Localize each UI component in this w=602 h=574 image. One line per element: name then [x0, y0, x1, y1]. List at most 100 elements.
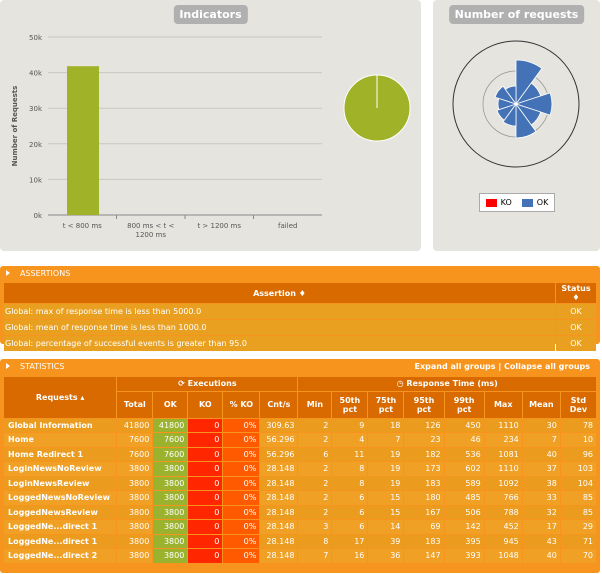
- cell-std-dev: 29: [560, 520, 596, 534]
- cell-75th-pct: 18: [368, 418, 404, 432]
- cell-ko: 0: [188, 433, 223, 447]
- x-tick-label: t > 1200 ms: [197, 222, 241, 230]
- column-header-95th-pct[interactable]: 95th pct: [404, 391, 444, 418]
- request-name[interactable]: Home: [4, 433, 117, 447]
- cell-max: 766: [484, 491, 522, 505]
- cell-max: 234: [484, 433, 522, 447]
- cell-total: 3800: [117, 520, 153, 534]
- cell-std-dev: 78: [560, 418, 596, 432]
- request-name[interactable]: Home Redirect 1: [4, 447, 117, 461]
- column-header-std-dev[interactable]: Std Dev: [560, 391, 596, 418]
- column-header-cnt-s[interactable]: Cnt/s: [260, 391, 298, 418]
- table-row[interactable]: Home Redirect 1 7600 7600 0 0% 56.296 6 11 19 182…: [4, 447, 596, 461]
- expand-triangle-icon[interactable]: [6, 270, 10, 276]
- cell-75th-pct: 19: [368, 447, 404, 461]
- assertion-column-header[interactable]: Assertion ♦: [4, 283, 555, 303]
- legend-ok-swatch: [521, 198, 533, 207]
- y-tick-label: 0k: [33, 212, 42, 220]
- cell-99th-pct: 536: [444, 447, 484, 461]
- request-name[interactable]: LoggedNewsReview: [4, 505, 117, 519]
- column-header-max[interactable]: Max: [484, 391, 522, 418]
- column-header-50th-pct[interactable]: 50th pct: [332, 391, 368, 418]
- cell-mean: 30: [522, 418, 560, 432]
- table-row[interactable]: LoggedNewsNoReview 3800 3800 0 0% 28.148 2 6 15 1…: [4, 491, 596, 505]
- cell-cnt-s: 28.148: [260, 505, 298, 519]
- cell-std-dev: 85: [560, 491, 596, 505]
- assertion-row: Global: mean of response time is less th…: [4, 320, 596, 335]
- bar: [67, 66, 99, 215]
- assertion-status: OK: [556, 304, 596, 319]
- cell-ko: 0: [188, 534, 223, 548]
- cell-max: 1110: [484, 418, 522, 432]
- column-header-99th-pct[interactable]: 99th pct: [444, 391, 484, 418]
- cell-75th-pct: 15: [368, 491, 404, 505]
- indicators-chart: 50k 40k 30k 20k 10k 0k Number of Requests t < 8…: [11, 34, 411, 239]
- request-name[interactable]: LoggedNe...direct 1: [4, 520, 117, 534]
- assertions-header[interactable]: ASSERTIONS: [0, 266, 600, 280]
- cell-ko: 0: [188, 491, 223, 505]
- legend-ko-label: KO: [500, 198, 512, 207]
- column-header-min[interactable]: Min: [298, 391, 332, 418]
- request-name[interactable]: Global Information: [4, 418, 117, 432]
- cell-ok: 3800: [153, 491, 188, 505]
- request-name[interactable]: LoggedNe...direct 2: [4, 549, 117, 563]
- cell-99th-pct: 485: [444, 491, 484, 505]
- table-row[interactable]: Home 7600 7600 0 0% 56.296 2 4 7 23 46 234 7 10: [4, 433, 596, 447]
- request-name[interactable]: LoginNewsReview: [4, 476, 117, 490]
- status-column-header[interactable]: Status ♦: [556, 283, 596, 303]
- cell-std-dev: 10: [560, 433, 596, 447]
- cell-75th-pct: 7: [368, 433, 404, 447]
- cell-cnt-s: 56.296: [260, 433, 298, 447]
- cell-ko: 0%: [223, 549, 260, 563]
- cell-ko: 0: [188, 520, 223, 534]
- request-name[interactable]: LoggedNewsNoReview: [4, 491, 117, 505]
- legend-ok-label: OK: [536, 198, 549, 207]
- expand-triangle-icon[interactable]: [6, 363, 10, 369]
- requests-chart: [452, 40, 580, 168]
- column-header-ko[interactable]: % KO: [223, 391, 260, 418]
- column-header-total[interactable]: Total: [117, 391, 153, 418]
- cell-50th-pct: 6: [332, 520, 368, 534]
- cell-99th-pct: 395: [444, 534, 484, 548]
- cell-ok: 3800: [153, 505, 188, 519]
- column-header-ko[interactable]: KO: [188, 391, 223, 418]
- expand-all-link[interactable]: Expand all groups: [415, 362, 496, 371]
- cell-50th-pct: 16: [332, 549, 368, 563]
- cell-50th-pct: 4: [332, 433, 368, 447]
- cell-total: 3800: [117, 476, 153, 490]
- cell-mean: 17: [522, 520, 560, 534]
- request-name[interactable]: LoggedNe...direct 1: [4, 534, 117, 548]
- request-name[interactable]: LoginNewsNoReview: [4, 462, 117, 476]
- table-row[interactable]: LoginNewsReview 3800 3800 0 0% 28.148 2 8 19 183 5…: [4, 476, 596, 490]
- cell-total: 3800: [117, 534, 153, 548]
- cell-ko: 0: [188, 462, 223, 476]
- assertion-text: Global: max of response time is less tha…: [4, 304, 555, 319]
- requests-column-header[interactable]: Requests ▴: [4, 377, 117, 418]
- x-tick-label: 800 ms < t <: [127, 222, 174, 230]
- cell-ko: 0%: [223, 534, 260, 548]
- response-time-group-header: ◷ Response Time (ms): [298, 377, 596, 391]
- cell-total: 3800: [117, 505, 153, 519]
- cell-total: 3800: [117, 462, 153, 476]
- y-tick-label: 10k: [29, 176, 43, 184]
- cell-ko: 0%: [223, 447, 260, 461]
- column-header-75th-pct[interactable]: 75th pct: [368, 391, 404, 418]
- y-tick-label: 50k: [29, 34, 43, 42]
- cell-min: 2: [298, 433, 332, 447]
- cell-mean: 43: [522, 534, 560, 548]
- cell-total: 3800: [117, 491, 153, 505]
- cell-99th-pct: 602: [444, 462, 484, 476]
- column-header-mean[interactable]: Mean: [522, 391, 560, 418]
- table-row[interactable]: LoginNewsNoReview 3800 3800 0 0% 28.148 2 8 19 17…: [4, 462, 596, 476]
- table-row[interactable]: LoggedNe...direct 1 3800 3800 0 0% 28.148 8 17 3…: [4, 534, 596, 548]
- table-row[interactable]: LoggedNewsReview 3800 3800 0 0% 28.148 2 6 15 167…: [4, 505, 596, 519]
- cell-50th-pct: 11: [332, 447, 368, 461]
- cell-max: 945: [484, 534, 522, 548]
- table-row[interactable]: LoggedNe...direct 1 3800 3800 0 0% 28.148 3 6 14…: [4, 520, 596, 534]
- y-tick-label: 40k: [29, 70, 43, 78]
- table-row[interactable]: LoggedNe...direct 2 3800 3800 0 0% 28.148 7 16 3…: [4, 549, 596, 563]
- global-information-row[interactable]: Global Information 41800 41800 0 0% 309.63 2 9 1…: [4, 418, 596, 432]
- collapse-all-link[interactable]: Collapse all groups: [504, 362, 590, 371]
- cell-total: 3800: [117, 549, 153, 563]
- column-header-ok[interactable]: OK: [153, 391, 188, 418]
